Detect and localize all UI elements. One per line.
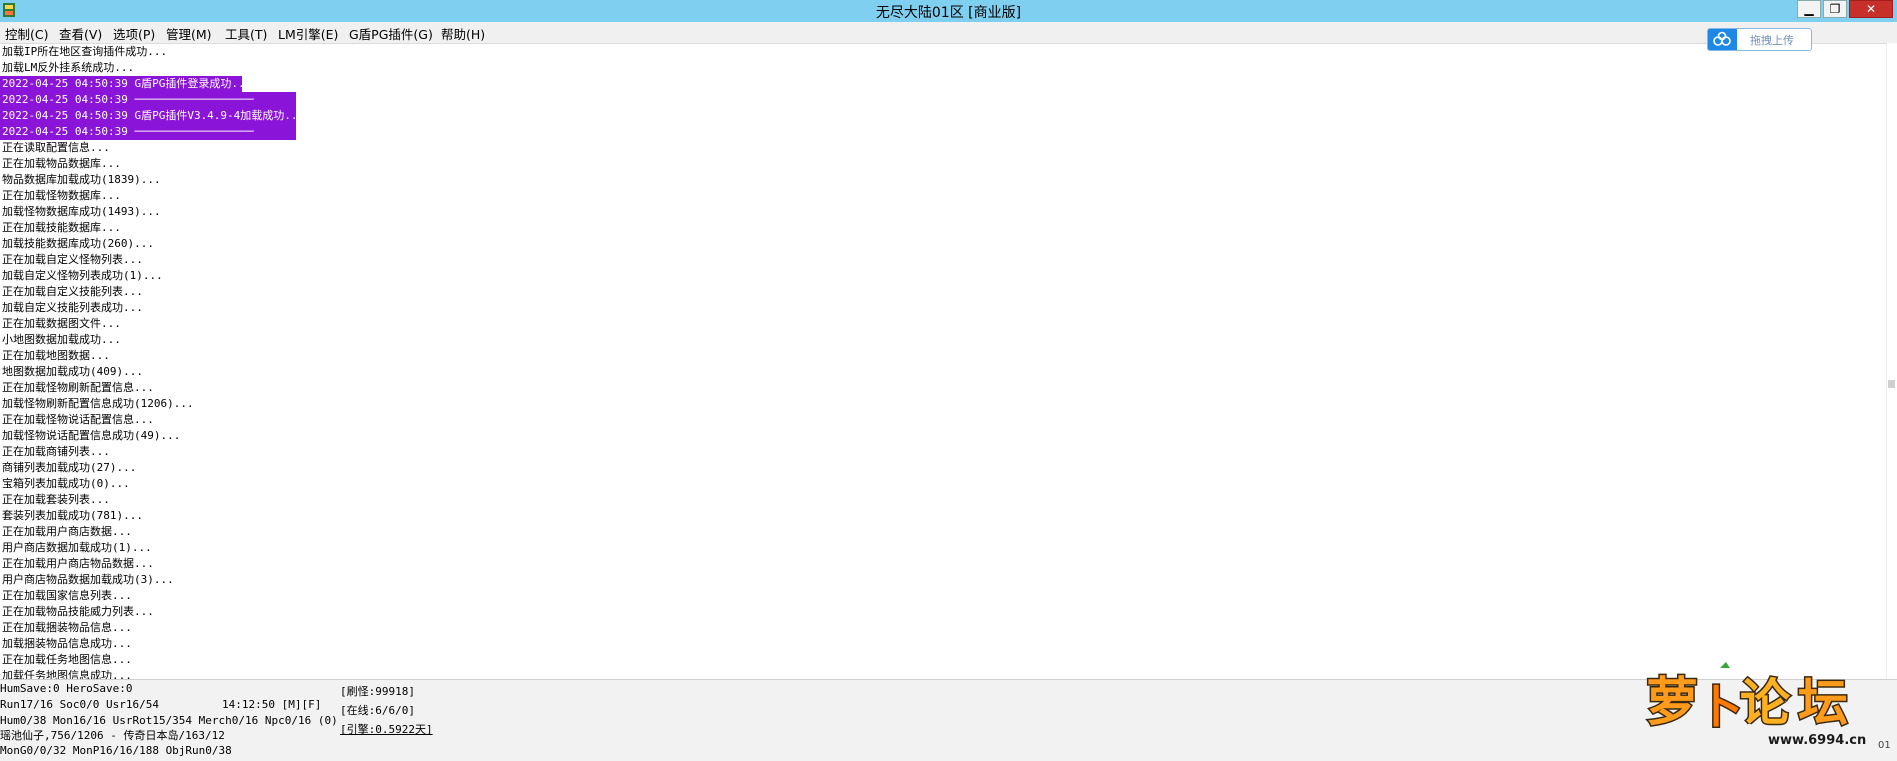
log-line: 正在加载怪物说话配置信息... (2, 413, 154, 426)
log-line: 正在加载任务地图信息... (2, 653, 132, 666)
log-line: 加载自定义怪物列表成功(1)... (2, 269, 163, 282)
log-line-highlighted: 2022-04-25 04:50:39 G盾PG插件V3.4.9-4加载成功..… (0, 108, 305, 124)
status-online: [在线:6/6/0] (340, 704, 415, 717)
menu-gdun-plugin[interactable]: G盾PG插件(G) (349, 24, 433, 43)
menu-control[interactable]: 控制(C) (5, 24, 48, 43)
log-line: 用户商店数据加载成功(1)... (2, 541, 152, 554)
status-save: HumSave:0 HeroSave:0 (0, 682, 133, 695)
log-line: 正在加载地图数据... (2, 349, 110, 362)
log-line: 正在加载怪物刷新配置信息... (2, 381, 154, 394)
log-line: 物品数据库加载成功(1839)... (2, 173, 161, 186)
log-line: 加载怪物数据库成功(1493)... (2, 205, 161, 218)
log-line: 商铺列表加载成功(27)... (2, 461, 137, 474)
title-bar: 无尽大陆01区 [商业版] ▁ ❐ ✕ (0, 0, 1897, 22)
corner-text: 01 (1878, 740, 1891, 751)
status-mon: MonG0/0/32 MonP16/16/188 ObjRun0/38 (0, 744, 232, 757)
log-line: 正在加载套装列表... (2, 493, 110, 506)
vertical-scrollbar[interactable] (1886, 43, 1897, 679)
minimize-button[interactable]: ▁ (1797, 0, 1821, 18)
log-line: 加载捆装物品信息成功... (2, 637, 132, 650)
log-line: 正在加载物品数据库... (2, 157, 121, 170)
svg-text:论: 论 (1740, 674, 1791, 732)
log-line: 正在加载用户商店数据... (2, 525, 132, 538)
menu-manage[interactable]: 管理(M) (166, 24, 212, 43)
log-line-highlighted: 2022-04-25 04:50:39 ────────────────── (0, 92, 296, 108)
menu-bar: 控制(C) 查看(V) 选项(P) 管理(M) 工具(T) LM引擎(E) G盾… (0, 22, 1897, 44)
log-line-highlighted: 2022-04-25 04:50:39 G盾PG插件登录成功... (0, 76, 252, 92)
status-location: 瑶池仙子,756/1206 - 传奇日本岛/163/12 (0, 729, 225, 742)
log-line: 正在加载物品技能威力列表... (2, 605, 154, 618)
svg-text:卜: 卜 (1698, 682, 1742, 733)
scroll-thumb[interactable] (1888, 380, 1895, 388)
log-line: 加载IP所在地区查询插件成功... (2, 45, 168, 58)
log-line: 正在加载技能数据库... (2, 221, 121, 234)
log-line: 正在加载自定义怪物列表... (2, 253, 143, 266)
status-refresh: [刷怪:99918] (340, 685, 415, 698)
log-line: 正在加载国家信息列表... (2, 589, 132, 602)
log-line: 正在加载用户商店物品数据... (2, 557, 154, 570)
log-line: 加载自定义技能列表成功... (2, 301, 143, 314)
menu-lm-engine[interactable]: LM引擎(E) (278, 24, 338, 43)
menu-view[interactable]: 查看(V) (59, 24, 102, 43)
log-line: 加载技能数据库成功(260)... (2, 237, 154, 250)
log-line: 正在加载商铺列表... (2, 445, 110, 458)
log-line: 正在读取配置信息... (2, 141, 110, 154)
log-line: 加载LM反外挂系统成功... (2, 61, 135, 74)
log-line: 套装列表加载成功(781)... (2, 509, 143, 522)
svg-text:萝: 萝 (1646, 673, 1698, 733)
svg-text:坛: 坛 (1798, 674, 1848, 732)
status-hum: Hum0/38 Mon16/16 UsrRot15/354 Merch0/16 … (0, 714, 338, 727)
log-line: 小地图数据加载成功... (2, 333, 121, 346)
log-line-highlighted: 2022-04-25 04:50:39 ────────────────── (0, 124, 296, 140)
log-line: 宝箱列表加载成功(0)... (2, 477, 130, 490)
status-time: 14:12:50 [M][F] (222, 698, 322, 711)
log-output[interactable]: 加载IP所在地区查询插件成功... 加载LM反外挂系统成功... 2022-04… (0, 43, 1890, 679)
status-panel: HumSave:0 HeroSave:0 Run17/16 Soc0/0 Usr… (0, 679, 1897, 761)
log-line: 正在加载捆装物品信息... (2, 621, 132, 634)
menu-tools[interactable]: 工具(T) (225, 24, 267, 43)
menu-help[interactable]: 帮助(H) (441, 24, 485, 43)
status-run: Run17/16 Soc0/0 Usr16/54 (0, 698, 159, 711)
log-line: 加载任务地图信息成功... (2, 669, 132, 679)
log-line: 正在加载自定义技能列表... (2, 285, 143, 298)
log-line: 加载怪物刷新配置信息成功(1206)... (2, 397, 194, 410)
log-line: 正在加载怪物数据库... (2, 189, 121, 202)
watermark-url: www.6994.cn (1768, 733, 1867, 748)
restore-button[interactable]: ❐ (1823, 0, 1847, 18)
status-engine: [引擎:0.5922天] (340, 723, 433, 736)
log-line: 地图数据加载成功(409)... (2, 365, 143, 378)
log-line: 用户商店物品数据加载成功(3)... (2, 573, 174, 586)
menu-options[interactable]: 选项(P) (113, 24, 155, 43)
log-line: 正在加载数据图文件... (2, 317, 121, 330)
log-line: 加载怪物说话配置信息成功(49)... (2, 429, 181, 442)
close-button[interactable]: ✕ (1849, 0, 1893, 18)
window-title: 无尽大陆01区 [商业版] (875, 5, 1022, 21)
